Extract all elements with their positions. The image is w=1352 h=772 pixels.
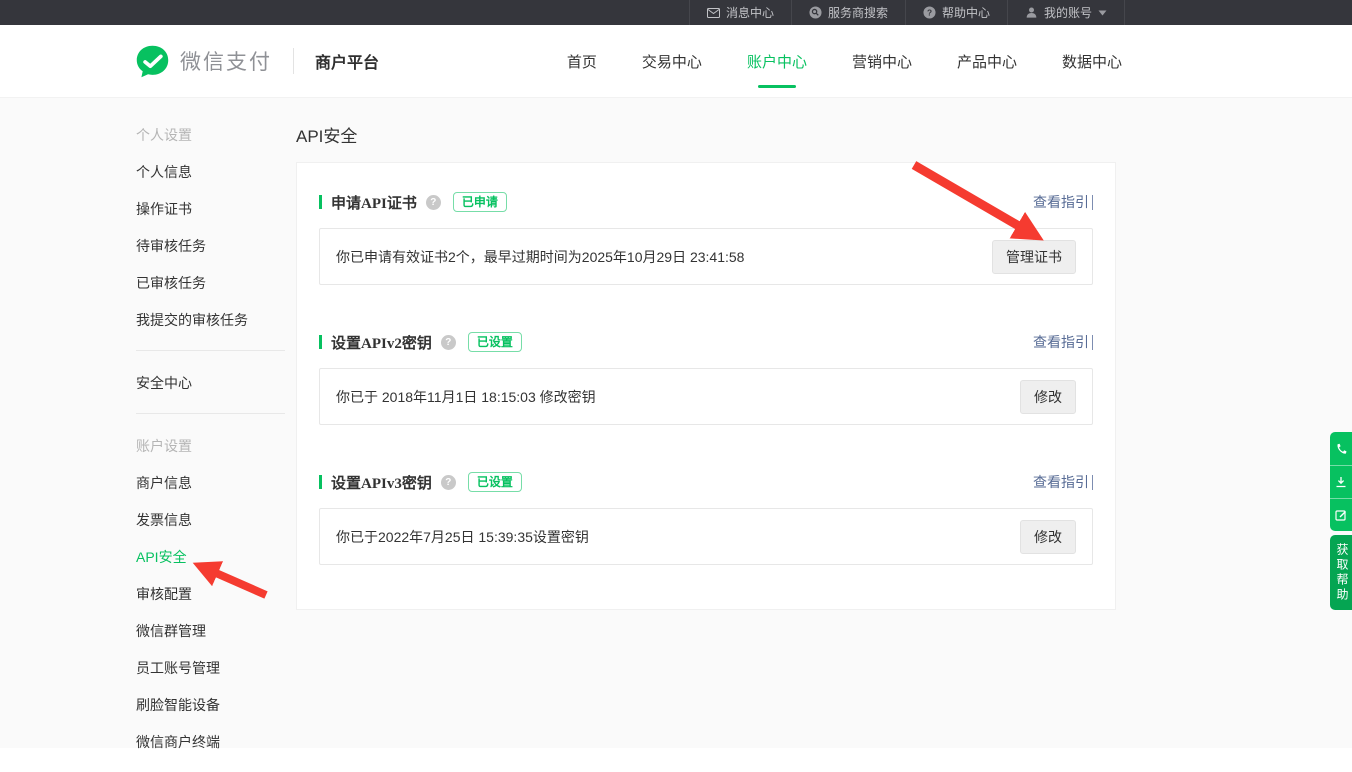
sidebar-divider: [136, 350, 285, 351]
brand[interactable]: 微信支付: [134, 43, 272, 80]
status-badge: 已设置: [468, 472, 522, 492]
help-circle-icon[interactable]: ?: [426, 195, 441, 210]
view-guide-link[interactable]: 查看指引: [1033, 192, 1093, 212]
sidebar-item-pending-review[interactable]: 待审核任务: [136, 239, 286, 253]
manage-certificate-button[interactable]: 管理证书: [992, 240, 1076, 274]
link-divider: [1092, 335, 1093, 350]
page-title: API安全: [296, 122, 357, 147]
sidebar-item-reviewed[interactable]: 已审核任务: [136, 276, 286, 290]
sidebar-group-personal-settings: 个人设置: [136, 128, 286, 142]
section-apiv2-key: 设置APIv2密钥 ? 已设置 查看指引 你已于 2018年11月1日 18:1…: [319, 331, 1093, 425]
sidebar-item-review-config[interactable]: 审核配置: [136, 587, 286, 601]
user-icon: [1025, 6, 1038, 19]
section-apiv3-key: 设置APIv3密钥 ? 已设置 查看指引 你已于2022年7月25日 15:39…: [319, 471, 1093, 565]
apiv2-key-info-text: 你已于 2018年11月1日 18:15:03 修改密钥: [336, 387, 596, 407]
message-center-item[interactable]: 消息中心: [689, 0, 791, 25]
provider-search-label: 服务商搜索: [828, 4, 888, 21]
sidebar-group-account-settings: 账户设置: [136, 439, 286, 453]
certificate-info-text: 你已申请有效证书2个，最早过期时间为2025年10月29日 23:41:58: [336, 247, 744, 267]
link-divider: [1092, 475, 1093, 490]
my-account-label: 我的账号: [1044, 4, 1092, 21]
get-help-button[interactable]: 获取帮助: [1330, 535, 1352, 610]
section-marker: [319, 195, 322, 209]
section-title: 设置APIv3密钥: [331, 472, 432, 493]
section-marker: [319, 475, 322, 489]
status-badge: 已申请: [453, 192, 507, 212]
apiv3-key-info-text: 你已于2022年7月25日 15:39:35设置密钥: [336, 527, 589, 547]
nav-transaction-center[interactable]: 交易中心: [642, 47, 702, 76]
feedback-icon: [1335, 509, 1347, 521]
feedback-button[interactable]: [1330, 498, 1352, 531]
sidebar-item-security-center[interactable]: 安全中心: [136, 376, 286, 390]
sidebar-item-merchant-info[interactable]: 商户信息: [136, 476, 286, 490]
floating-help-widget: 获取帮助: [1330, 432, 1352, 610]
status-badge: 已设置: [468, 332, 522, 352]
nav-home[interactable]: 首页: [567, 47, 597, 76]
body-region: 个人设置 个人信息 操作证书 待审核任务 已审核任务 我提交的审核任务 安全中心…: [0, 98, 1352, 748]
view-guide-link[interactable]: 查看指引: [1033, 472, 1093, 492]
view-guide-label: 查看指引: [1033, 332, 1089, 352]
help-center-label: 帮助中心: [942, 4, 990, 21]
section-title: 申请API证书: [331, 192, 417, 213]
link-divider: [1092, 195, 1093, 210]
certificate-info-box: 你已申请有效证书2个，最早过期时间为2025年10月29日 23:41:58 管…: [319, 228, 1093, 285]
nav-data-center[interactable]: 数据中心: [1062, 47, 1122, 76]
download-icon: [1335, 476, 1347, 488]
view-guide-link[interactable]: 查看指引: [1033, 332, 1093, 352]
sidebar-item-my-submitted-review[interactable]: 我提交的审核任务: [136, 313, 286, 327]
section-title: 设置APIv2密钥: [331, 332, 432, 353]
modify-apiv3-key-button[interactable]: 修改: [1020, 520, 1076, 554]
nav-product-center[interactable]: 产品中心: [957, 47, 1017, 76]
my-account-item[interactable]: 我的账号: [1007, 0, 1125, 25]
sidebar-item-merchant-terminal[interactable]: 微信商户终端: [136, 735, 286, 749]
apiv2-key-info-box: 你已于 2018年11月1日 18:15:03 修改密钥 修改: [319, 368, 1093, 425]
sidebar: 个人设置 个人信息 操作证书 待审核任务 已审核任务 我提交的审核任务 安全中心…: [136, 128, 286, 772]
brand-divider: [293, 48, 294, 74]
search-icon: [809, 6, 822, 19]
view-guide-label: 查看指引: [1033, 472, 1089, 492]
help-circle-icon[interactable]: ?: [441, 335, 456, 350]
message-center-label: 消息中心: [726, 4, 774, 21]
sidebar-divider: [136, 413, 285, 414]
section-api-certificate: 申请API证书 ? 已申请 查看指引 你已申请有效证书2个，最早过期时间为202…: [319, 191, 1093, 285]
phone-support-button[interactable]: [1330, 432, 1352, 465]
apiv3-key-info-box: 你已于2022年7月25日 15:39:35设置密钥 修改: [319, 508, 1093, 565]
help-center-item[interactable]: ? 帮助中心: [905, 0, 1007, 25]
header: 微信支付 商户平台 首页 交易中心 账户中心 营销中心 产品中心 数据中心: [0, 25, 1352, 98]
topbar: 消息中心 服务商搜索 ? 帮助中心 我的账号: [0, 0, 1352, 25]
svg-text:?: ?: [927, 7, 932, 17]
topbar-menu: 消息中心 服务商搜索 ? 帮助中心 我的账号: [689, 0, 1125, 25]
main-nav: 首页 交易中心 账户中心 营销中心 产品中心 数据中心: [567, 47, 1122, 76]
nav-account-center[interactable]: 账户中心: [747, 47, 807, 76]
sidebar-item-face-device[interactable]: 刷脸智能设备: [136, 698, 286, 712]
chevron-down-icon: [1098, 10, 1107, 16]
api-security-card: 申请API证书 ? 已申请 查看指引 你已申请有效证书2个，最早过期时间为202…: [296, 162, 1116, 610]
sidebar-item-wechat-group-mgmt[interactable]: 微信群管理: [136, 624, 286, 638]
nav-marketing-center[interactable]: 营销中心: [852, 47, 912, 76]
modify-apiv2-key-button[interactable]: 修改: [1020, 380, 1076, 414]
sidebar-item-api-security[interactable]: API安全: [136, 550, 286, 564]
help-icon: ?: [923, 6, 936, 19]
sidebar-item-personal-info[interactable]: 个人信息: [136, 165, 286, 179]
brand-name: 微信支付: [180, 46, 272, 76]
sidebar-item-invoice-info[interactable]: 发票信息: [136, 513, 286, 527]
section-marker: [319, 335, 322, 349]
sidebar-item-staff-account-mgmt[interactable]: 员工账号管理: [136, 661, 286, 675]
phone-icon: [1335, 443, 1347, 455]
download-button[interactable]: [1330, 465, 1352, 498]
get-help-label: 获取帮助: [1335, 543, 1348, 603]
sidebar-item-operation-cert[interactable]: 操作证书: [136, 202, 286, 216]
mail-icon: [707, 8, 720, 18]
view-guide-label: 查看指引: [1033, 192, 1089, 212]
wechat-pay-logo-icon: [134, 43, 171, 80]
provider-search-item[interactable]: 服务商搜索: [791, 0, 905, 25]
platform-name: 商户平台: [315, 49, 379, 73]
help-circle-icon[interactable]: ?: [441, 475, 456, 490]
